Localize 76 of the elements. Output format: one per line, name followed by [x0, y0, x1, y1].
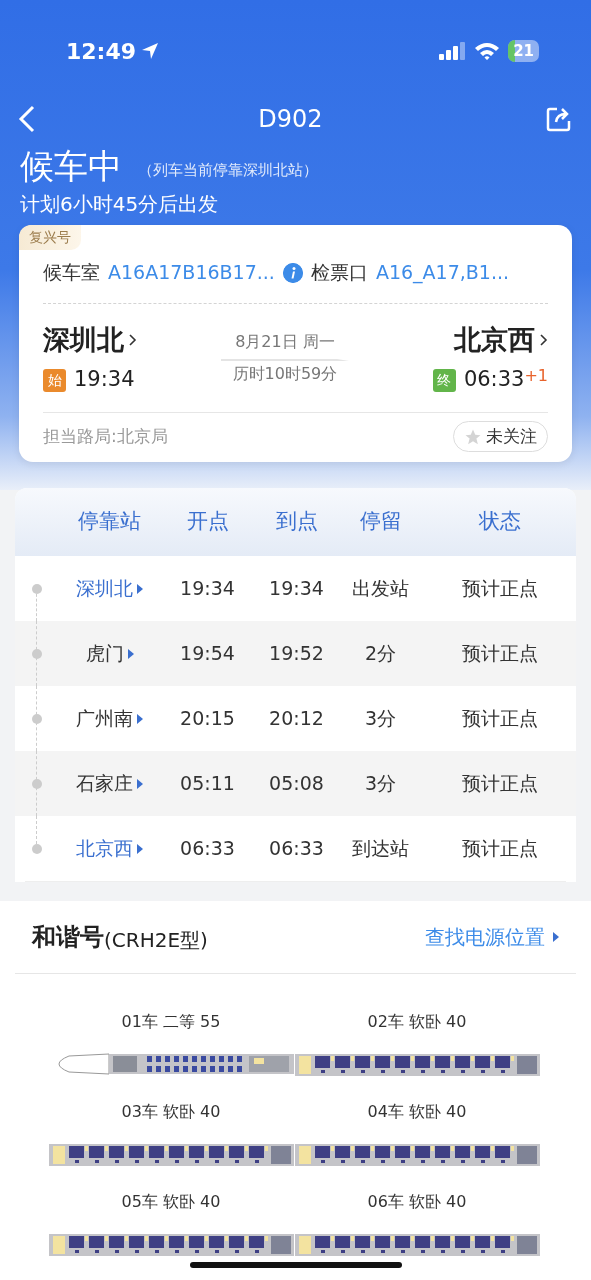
table-cell-text: 06:33	[268, 836, 325, 862]
train-model-name: 和谐号	[32, 922, 104, 953]
status-title: 候车中	[20, 148, 122, 186]
caret-icon	[137, 713, 143, 724]
car-label: 01车 二等 55	[121, 1011, 221, 1033]
power-outlet-link[interactable]: 查找电源位置	[425, 922, 559, 952]
table-cell-text: 出发站	[351, 576, 410, 602]
waiting-room-label: 候车室	[43, 260, 100, 286]
column-header: 停留	[358, 508, 403, 536]
travel-duration: 历时10时59分	[232, 362, 338, 385]
follow-button[interactable]: 未关注	[453, 420, 548, 453]
start-tag: 始	[43, 368, 66, 392]
station-link[interactable]: 虎门	[85, 639, 124, 668]
train-type-badge: 复兴号	[19, 225, 81, 251]
arrival-station[interactable]: 北京西	[454, 319, 535, 361]
table-cell-text: 19:52	[268, 641, 325, 667]
table-cell-text: 19:54	[179, 641, 236, 667]
timeline-dot	[32, 583, 42, 594]
caret-icon	[127, 648, 134, 659]
table-cell-text: 预计正点	[460, 641, 539, 667]
info-icon[interactable]	[282, 262, 303, 283]
column-header: 到点	[274, 508, 319, 536]
column-header: 开点	[185, 508, 230, 536]
chevron-icon	[539, 333, 548, 348]
travel-date: 8月21日 周一	[235, 330, 335, 353]
timeline-dot	[32, 648, 42, 659]
table-cell-text: 预计正点	[460, 576, 539, 602]
departure-time: 19:34	[74, 366, 135, 394]
table-cell-text: 19:34	[179, 576, 236, 602]
next-day-mark: +1	[524, 365, 548, 388]
ticket-gate-label: 检票口	[310, 260, 368, 286]
table-cell-text: 预计正点	[460, 836, 539, 862]
table-cell-text: 预计正点	[460, 706, 539, 732]
table-cell-text: 到达站	[351, 836, 410, 862]
table-cell-text: 19:34	[268, 576, 325, 602]
signal-icon	[439, 42, 467, 60]
status-note: （列车当前停靠深圳北站）	[138, 159, 318, 181]
timeline-dot	[32, 778, 42, 789]
car-label: 05车 软卧 40	[121, 1191, 221, 1213]
car-label: 04车 软卧 40	[367, 1101, 467, 1123]
railway-bureau: 担当路局:北京局	[43, 424, 168, 448]
car-label: 02车 软卧 40	[367, 1011, 467, 1033]
timeline-dot	[32, 713, 42, 724]
table-cell-text: 05:11	[179, 771, 236, 797]
end-tag: 终	[432, 368, 456, 392]
table-cell-text: 05:08	[268, 771, 325, 797]
caret-icon	[137, 778, 143, 789]
table-cell-text: 20:12	[268, 706, 325, 732]
caret-icon	[137, 843, 143, 854]
arrival-time: 06:33	[463, 366, 525, 394]
table-cell-text: 3分	[363, 771, 398, 797]
status-time: 12:49	[66, 37, 137, 66]
chevron-icon	[128, 333, 137, 348]
station-link[interactable]: 石家庄	[76, 769, 133, 798]
share-icon[interactable]	[545, 105, 573, 133]
column-header: 停靠站	[77, 508, 142, 536]
train-model-code: (CRH2E型)	[104, 928, 208, 954]
car-label: 03车 软卧 40	[121, 1101, 221, 1123]
departure-plan: 计划6小时45分后出发	[20, 191, 220, 219]
page-title: D902	[258, 104, 323, 135]
back-icon[interactable]	[18, 105, 36, 133]
column-header: 状态	[477, 508, 522, 536]
timeline-dot	[32, 843, 42, 854]
station-link[interactable]: 北京西	[76, 834, 133, 863]
station-link[interactable]: 广州南	[76, 704, 133, 733]
location-arrow-icon	[140, 41, 161, 61]
table-cell-text: 06:33	[179, 836, 236, 862]
table-cell-text: 20:15	[179, 706, 236, 732]
table-cell-text: 3分	[363, 706, 398, 732]
table-cell-text: 2分	[363, 641, 398, 667]
departure-station[interactable]: 深圳北	[43, 319, 124, 361]
car-label: 06车 软卧 40	[367, 1191, 467, 1213]
caret-icon	[137, 583, 143, 594]
station-link[interactable]: 深圳北	[76, 574, 133, 603]
wifi-icon	[474, 41, 501, 61]
table-cell-text: 预计正点	[460, 771, 539, 797]
